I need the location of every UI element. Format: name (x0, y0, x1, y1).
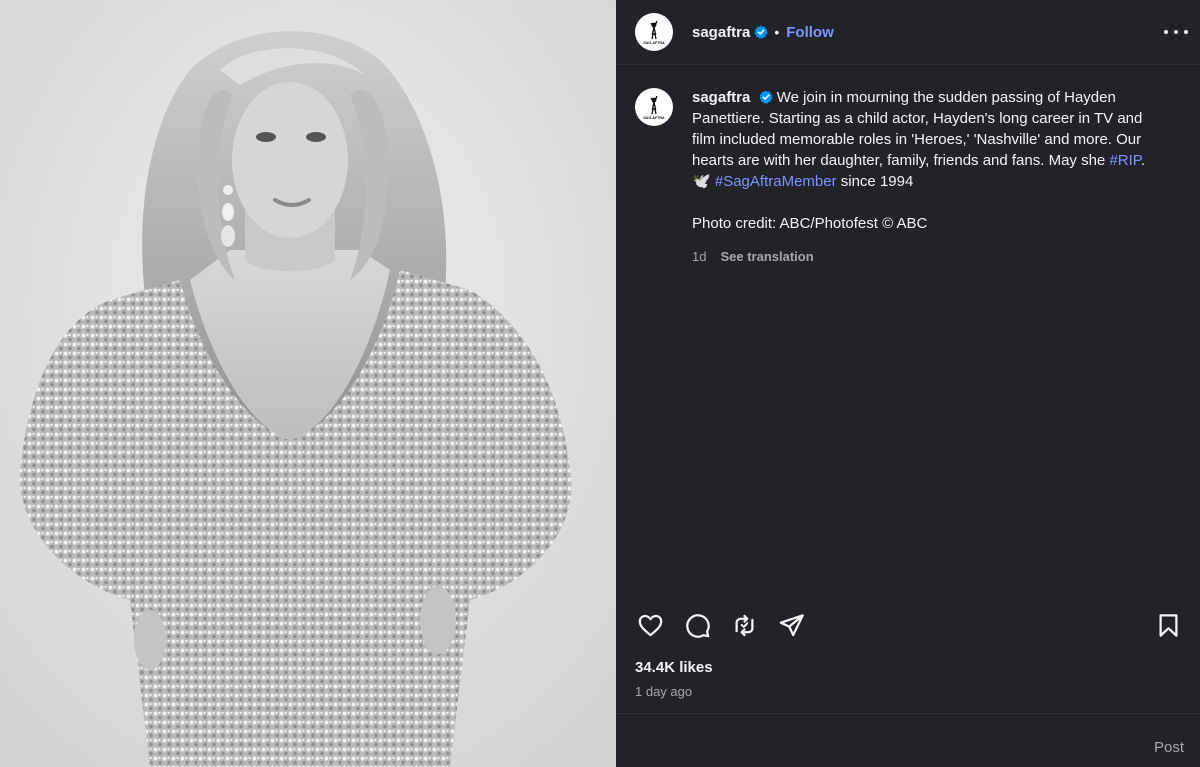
follow-button[interactable]: Follow (786, 24, 834, 41)
header-separator: • (774, 24, 780, 40)
comment-bar: Post (616, 713, 1200, 767)
see-translation-link[interactable]: See translation (720, 246, 813, 267)
verified-badge-icon (759, 90, 773, 104)
photo-credit: Photo credit: ABC/Photofest © ABC (692, 215, 928, 232)
post-comment-button[interactable]: Post (1154, 739, 1184, 756)
caption-meta: 1d See translation (692, 246, 1162, 267)
avatar-logo-text: SAG-AFTRA (643, 41, 665, 45)
header-username[interactable]: sagaftra (692, 24, 750, 41)
hashtag-rip[interactable]: #RIP (1109, 152, 1140, 169)
verified-badge-icon (754, 25, 768, 39)
post-header: SAG-AFTRA sagaftra • Follow (616, 0, 1200, 65)
caption-body: sagaftra We join in mourning the sudden … (692, 87, 1162, 267)
comment-icon[interactable] (682, 610, 712, 640)
caption-age[interactable]: 1d (692, 246, 706, 267)
post-photo[interactable] (0, 0, 616, 767)
post-timestamp[interactable]: 1 day ago (635, 684, 692, 699)
caption-text: sagaftra We join in mourning the sudden … (692, 87, 1162, 192)
caption-text-3: since 1994 (836, 173, 914, 190)
caption-avatar[interactable]: SAG-AFTRA (635, 88, 673, 126)
post-dialog: SAG-AFTRA sagaftra • Follow SAG-AFTRA sa… (0, 0, 1200, 767)
account-avatar[interactable]: SAG-AFTRA (635, 13, 673, 51)
avatar-logo-text: SAG-AFTRA (643, 116, 665, 120)
hashtag-sagaftramember[interactable]: #SagAftraMember (715, 173, 837, 190)
sag-aftra-logo-icon: SAG-AFTRA (643, 20, 665, 45)
woman-in-sequin-dress-photo (0, 0, 616, 767)
post-side-panel: SAG-AFTRA sagaftra • Follow SAG-AFTRA sa… (616, 0, 1200, 767)
caption: SAG-AFTRA sagaftra We join in mourning t… (635, 87, 1180, 267)
bookmark-icon[interactable] (1153, 610, 1183, 640)
action-icons (635, 610, 806, 640)
share-icon[interactable] (776, 610, 806, 640)
more-options-icon[interactable] (1164, 22, 1188, 42)
heart-icon[interactable] (635, 610, 665, 640)
repost-icon[interactable] (729, 610, 759, 640)
caption-username[interactable]: sagaftra (692, 89, 750, 106)
sag-aftra-logo-icon: SAG-AFTRA (643, 95, 665, 120)
likes-count[interactable]: 34.4K likes (635, 659, 713, 676)
